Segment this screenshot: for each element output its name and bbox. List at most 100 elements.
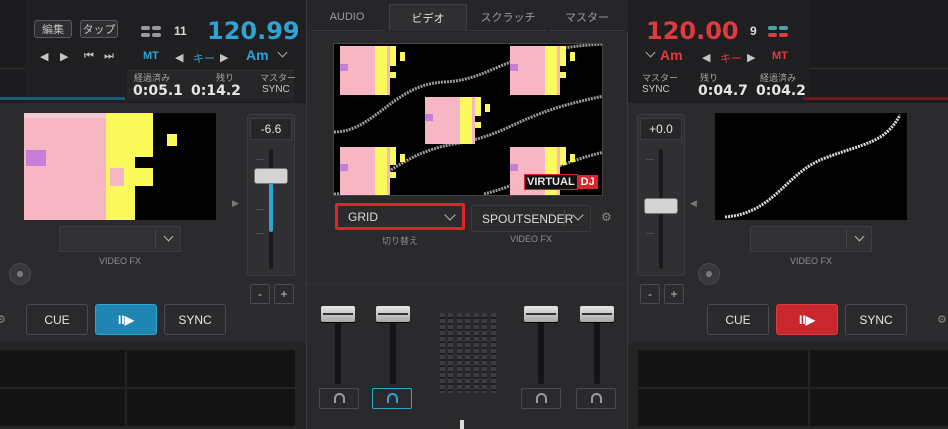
mt-button[interactable]: MT bbox=[143, 50, 159, 62]
vu-meter bbox=[482, 313, 487, 393]
skip-back-icon[interactable]: ⏮ bbox=[84, 50, 94, 63]
scratch-curve-graphic bbox=[724, 114, 902, 219]
left-master-sync[interactable]: SYNC bbox=[262, 84, 290, 95]
key-chevron-down-icon[interactable] bbox=[277, 47, 288, 58]
right-key-value[interactable]: Am bbox=[660, 47, 683, 63]
tab-master[interactable]: マスター bbox=[549, 4, 625, 31]
center-mixer: AUDIO ビデオ スクラッチ マスター VIRTUAL DJ GRID 切り替… bbox=[306, 0, 629, 429]
key-up-icon[interactable]: ▶ bbox=[747, 51, 755, 64]
left-key-value[interactable]: Am bbox=[246, 47, 269, 63]
right-pitch-value: +0.0 bbox=[640, 118, 682, 140]
tab-scratch[interactable]: スクラッチ bbox=[469, 4, 547, 31]
left-cue-button[interactable]: CUE bbox=[26, 304, 88, 335]
right-pitch-slider-box: +0.0 bbox=[637, 114, 685, 276]
right-bpm: 120.00 bbox=[646, 17, 739, 45]
left-pitch-knob[interactable] bbox=[255, 169, 287, 183]
logo-text-virtual: VIRTUAL bbox=[524, 173, 578, 190]
key-down-icon[interactable]: ◀ bbox=[175, 51, 183, 64]
forward-icon[interactable]: ▶ bbox=[60, 50, 68, 63]
virtualdj-logo: VIRTUAL DJ bbox=[524, 173, 598, 190]
right-gain-knob[interactable] bbox=[580, 306, 614, 322]
notch bbox=[256, 159, 264, 160]
rewind-icon[interactable]: ◀ bbox=[40, 50, 48, 63]
tap-button[interactable]: タップ bbox=[80, 20, 118, 38]
right-sync-button[interactable]: SYNC bbox=[845, 304, 907, 335]
right-expand-arrow-icon[interactable]: ◀ bbox=[690, 198, 697, 209]
left-sync-button[interactable]: SYNC bbox=[164, 304, 226, 335]
tab-audio[interactable]: AUDIO bbox=[311, 4, 383, 31]
right-video-fx-caption: VIDEO FX bbox=[789, 256, 832, 266]
divider bbox=[564, 210, 565, 227]
transition-value: GRID bbox=[348, 209, 378, 224]
pad[interactable] bbox=[0, 350, 125, 387]
pad[interactable] bbox=[0, 389, 125, 426]
right-master-sync[interactable]: SYNC bbox=[642, 84, 670, 95]
left-pitch-minus-button[interactable]: - bbox=[250, 284, 270, 304]
mt-button[interactable]: MT bbox=[772, 50, 788, 62]
left-gain-knob[interactable] bbox=[321, 306, 355, 322]
right-video-fx-dropdown[interactable] bbox=[750, 226, 872, 252]
pad[interactable] bbox=[127, 350, 295, 387]
master-video-preview: VIRTUAL DJ bbox=[333, 43, 603, 196]
right-pfl-headphone-button[interactable] bbox=[521, 388, 561, 409]
master-label: マスター bbox=[642, 73, 679, 83]
divider bbox=[0, 68, 25, 69]
left-video-fx-dropdown[interactable] bbox=[59, 226, 181, 252]
left-pfl-headphone-button[interactable] bbox=[372, 388, 412, 409]
left-pitch-slider-box: -6.6 bbox=[247, 114, 295, 276]
vu-meter bbox=[491, 313, 496, 393]
key-up-icon[interactable]: ▶ bbox=[220, 51, 228, 64]
key-chevron-down-icon[interactable] bbox=[645, 47, 656, 58]
right-elapsed-time: 0:04.2 bbox=[756, 83, 806, 99]
pad[interactable] bbox=[810, 389, 948, 426]
chevron-down-icon bbox=[163, 231, 174, 242]
skip-forward-icon[interactable]: ⏭ bbox=[104, 50, 114, 63]
left-pitch-plus-button[interactable]: + bbox=[274, 284, 294, 304]
master-video-fx-dropdown[interactable]: SPOUTSENDER bbox=[471, 205, 591, 232]
left-fx-activate-button[interactable] bbox=[9, 263, 31, 285]
right-loop-count: 9 bbox=[750, 24, 757, 38]
pad[interactable] bbox=[127, 389, 295, 426]
headphone-icon bbox=[536, 393, 547, 403]
right-pitch-minus-button[interactable]: - bbox=[640, 284, 660, 304]
left-headphone-button[interactable] bbox=[319, 388, 359, 409]
tick-row bbox=[642, 97, 674, 110]
right-pitch-knob[interactable] bbox=[645, 199, 677, 213]
loop-toggle-icon[interactable] bbox=[141, 26, 163, 38]
left-volume-knob[interactable] bbox=[376, 306, 410, 322]
crossfader-handle[interactable] bbox=[460, 420, 464, 429]
vu-meter bbox=[457, 313, 462, 393]
right-volume-knob[interactable] bbox=[524, 306, 558, 322]
pad[interactable] bbox=[810, 350, 948, 387]
right-fx-activate-button[interactable] bbox=[698, 263, 720, 285]
left-remaining-time: 0:14.2 bbox=[191, 83, 241, 99]
vu-meter bbox=[474, 313, 479, 393]
left-settings-gear-icon[interactable]: ⚙ bbox=[0, 313, 6, 326]
right-settings-gear-icon[interactable]: ⚙ bbox=[937, 313, 947, 326]
right-play-pause-button[interactable]: II▶ bbox=[776, 304, 838, 335]
key-label: キー bbox=[720, 53, 742, 65]
edit-button[interactable]: 編集 bbox=[34, 20, 72, 38]
right-headphone-button[interactable] bbox=[576, 388, 616, 409]
vu-meter bbox=[440, 313, 445, 393]
fx-settings-gear-icon[interactable]: ⚙ bbox=[601, 210, 612, 224]
transition-caption: 切り替え bbox=[381, 236, 418, 246]
right-progress-bar bbox=[803, 97, 948, 100]
divider bbox=[810, 68, 948, 69]
loop-toggle-icon[interactable] bbox=[768, 26, 790, 38]
right-sampler-pads bbox=[628, 344, 948, 429]
notch bbox=[646, 233, 654, 234]
pad[interactable] bbox=[638, 350, 808, 387]
left-pitch-fill bbox=[269, 182, 273, 232]
left-deck: 編集 タップ ◀ ▶ ⏮ ⏭ 11 120.99 MT ◀ キー ▶ Am 経過… bbox=[0, 0, 306, 429]
right-cue-button[interactable]: CUE bbox=[707, 304, 769, 335]
right-pitch-plus-button[interactable]: + bbox=[664, 284, 684, 304]
transition-dropdown[interactable]: GRID bbox=[335, 203, 465, 230]
right-deck-header: 120.00 9 Am ◀ キー ▶ MT マスター 残り 経過済み SYNC … bbox=[628, 0, 948, 110]
left-play-pause-button[interactable]: II▶ bbox=[95, 304, 157, 335]
left-expand-arrow-icon[interactable]: ▶ bbox=[232, 198, 239, 209]
key-down-icon[interactable]: ◀ bbox=[702, 51, 710, 64]
mixer-divider bbox=[307, 283, 629, 284]
pad[interactable] bbox=[638, 389, 808, 426]
tab-video[interactable]: ビデオ bbox=[389, 4, 467, 31]
